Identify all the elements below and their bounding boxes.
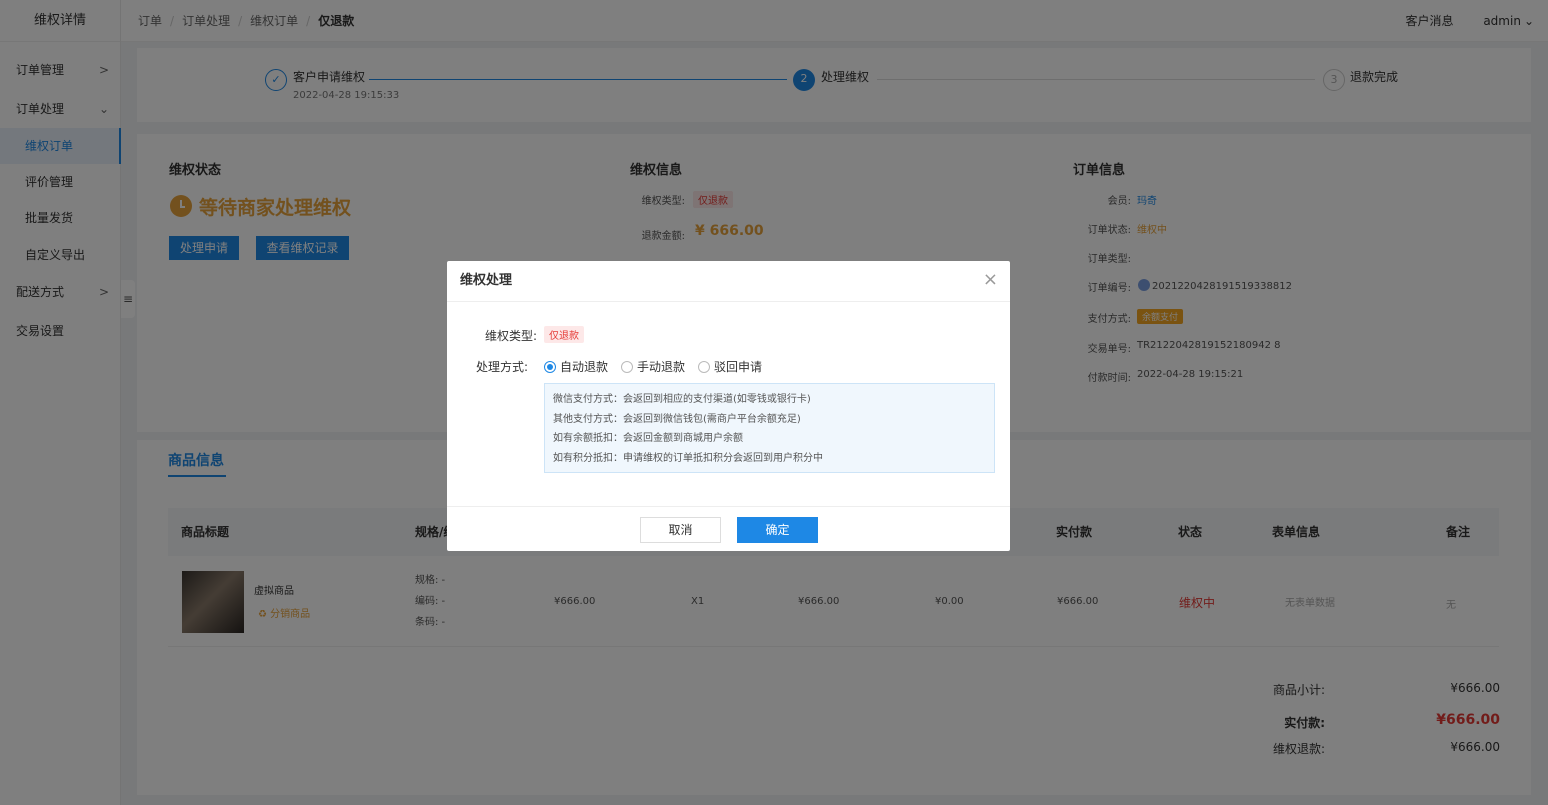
modal-type-tag: 仅退款 <box>544 326 584 343</box>
radio-dot <box>544 361 556 373</box>
modal-type-label: 维权类型: <box>484 329 537 343</box>
radio-reject[interactable]: 驳回申请 <box>698 358 762 375</box>
radio-label: 自动退款 <box>560 360 609 374</box>
modal-method-label: 处理方式: <box>475 360 528 374</box>
info-line: 如有积分抵扣：申请维权的订单抵扣积分会返回到用户积分中 <box>553 452 823 464</box>
info-line: 如有余额抵扣：会返回金额到商城用户余额 <box>553 433 743 444</box>
rights-handle-modal: 维权处理 × 维权类型: 仅退款 处理方式: 自动退款 手动退款 驳回申请 微信… <box>447 261 1010 551</box>
modal-header-divider <box>447 301 1010 302</box>
modal-footer-divider <box>447 506 1010 507</box>
radio-dot <box>621 361 633 373</box>
radio-label: 手动退款 <box>637 360 686 374</box>
radio-auto-refund[interactable]: 自动退款 <box>544 358 608 375</box>
radio-label: 驳回申请 <box>714 360 763 374</box>
radio-dot <box>698 361 710 373</box>
refund-info-box: 微信支付方式：会返回到相应的支付渠道(如零钱或银行卡) 其他支付方式：会返回到微… <box>544 383 995 473</box>
close-icon[interactable]: × <box>983 269 998 291</box>
cancel-button[interactable]: 取消 <box>640 517 721 543</box>
confirm-button[interactable]: 确定 <box>737 517 818 543</box>
info-line: 微信支付方式：会返回到相应的支付渠道(如零钱或银行卡) <box>553 394 811 405</box>
modal-title: 维权处理 <box>460 273 513 288</box>
info-line: 其他支付方式：会返回到微信钱包(需商户平台余额充足) <box>553 413 801 425</box>
radio-manual-refund[interactable]: 手动退款 <box>621 358 685 375</box>
